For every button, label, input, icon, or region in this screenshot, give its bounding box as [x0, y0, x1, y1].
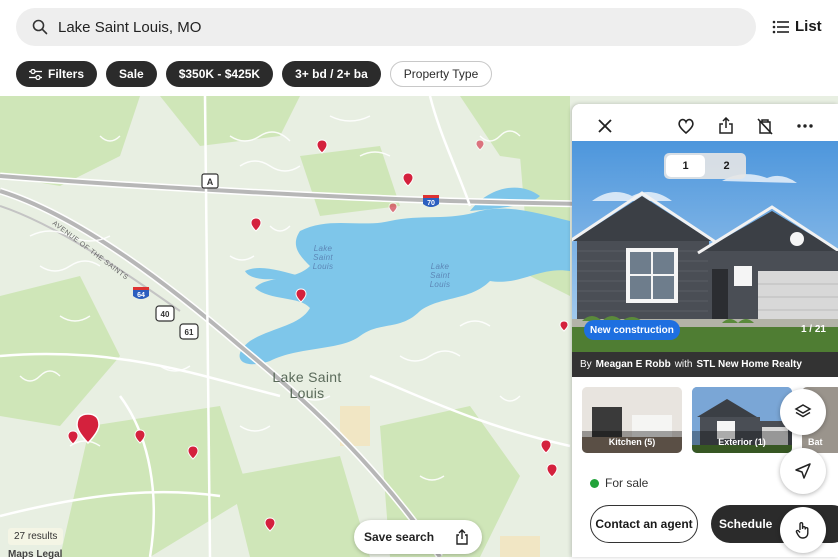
save-search-button[interactable]: Save search [354, 520, 482, 554]
map-pin[interactable] [402, 172, 414, 187]
listing-status: For sale [590, 476, 648, 490]
map-pin[interactable] [388, 202, 398, 214]
save-search-label: Save search [364, 530, 435, 544]
current-location-button[interactable] [780, 448, 826, 494]
filters-label: Filters [48, 67, 85, 81]
new-construction-badge: New construction [584, 320, 680, 340]
list-icon [772, 20, 789, 33]
results-count: 27 results [8, 528, 64, 545]
contact-agent-button[interactable]: Contact an agent [590, 505, 698, 543]
lake-label: Lake Saint Louis [429, 262, 451, 289]
heart-icon[interactable] [677, 117, 695, 135]
city-label: Lake Saint Louis [272, 369, 342, 401]
draw-area-button[interactable] [780, 507, 826, 553]
brokerage-name: STL New Home Realty [696, 359, 802, 370]
sale-filter-chip[interactable]: Sale [106, 61, 157, 87]
pager-page-1[interactable]: 1 [666, 155, 705, 177]
price-filter-chip[interactable]: $350K - $425K [165, 61, 274, 87]
hide-listing-icon[interactable] [756, 117, 774, 135]
map-pin[interactable] [540, 439, 552, 454]
exterior-thumbnail[interactable]: Exterior (1) [692, 387, 792, 453]
close-icon[interactable] [596, 117, 614, 135]
map-pin[interactable] [250, 217, 262, 232]
listing-photo[interactable]: 1 2 New construction 1 / 21 By Meagan E … [572, 141, 838, 377]
list-label: List [795, 18, 822, 35]
photo-counter: 1 / 21 [800, 324, 826, 335]
shield-64: 64 [133, 287, 149, 299]
status-label: For sale [605, 476, 649, 490]
svg-text:A: A [207, 177, 214, 187]
beds-baths-filter-chip[interactable]: 3+ bd / 2+ ba [282, 61, 381, 87]
svg-text:40: 40 [161, 310, 170, 319]
search-value: Lake Saint Louis, MO [58, 18, 202, 36]
card-toolbar [572, 104, 838, 142]
map-pin[interactable] [546, 463, 558, 478]
kitchen-thumbnail[interactable]: Kitchen (5) [582, 387, 682, 453]
kitchen-thumbnail-label: Kitchen (5) [608, 437, 656, 447]
lake-shape [239, 208, 570, 365]
bath-thumbnail-label: Bat [808, 437, 823, 447]
pager-page-2[interactable]: 2 [707, 153, 746, 179]
layers-icon [794, 404, 812, 418]
property-type-filter-chip[interactable]: Property Type [389, 61, 493, 87]
svg-text:64: 64 [137, 292, 145, 299]
listing-byline: By Meagan E Robb with STL New Home Realt… [572, 352, 838, 377]
map-pin[interactable] [559, 320, 569, 332]
map-pin[interactable] [475, 139, 485, 151]
shield-a: A [201, 173, 219, 189]
filter-chips: Filters Sale $350K - $425K 3+ bd / 2+ ba… [16, 61, 493, 87]
svg-text:70: 70 [427, 200, 435, 207]
maps-logo: Maps Legal [8, 549, 63, 560]
list-view-button[interactable]: List [772, 18, 822, 35]
photo-pager: 1 2 [664, 153, 746, 179]
map-layers-button[interactable] [780, 389, 826, 435]
navigation-arrow-icon [795, 463, 811, 479]
more-icon[interactable] [796, 117, 814, 135]
byline-prefix: By [580, 359, 592, 370]
hand-pointer-icon [795, 522, 809, 539]
shield-70: 70 [423, 195, 439, 207]
svg-text:61: 61 [185, 328, 194, 337]
byline-with: with [674, 359, 693, 370]
share-icon [456, 529, 468, 545]
exterior-thumbnail-label: Exterior (1) [718, 437, 766, 447]
search-icon [32, 19, 48, 35]
shield-40: 40 [155, 305, 175, 322]
sliders-icon [29, 68, 42, 80]
search-input[interactable]: Lake Saint Louis, MO [16, 8, 756, 46]
shield-61: 61 [179, 323, 199, 340]
share-icon[interactable] [717, 117, 735, 135]
map-pin[interactable] [316, 139, 328, 154]
lake-label: Lake Saint Louis [312, 244, 334, 271]
filters-button[interactable]: Filters [16, 61, 98, 87]
status-dot [590, 478, 599, 488]
agent-name: Meagan E Robb [595, 359, 671, 370]
